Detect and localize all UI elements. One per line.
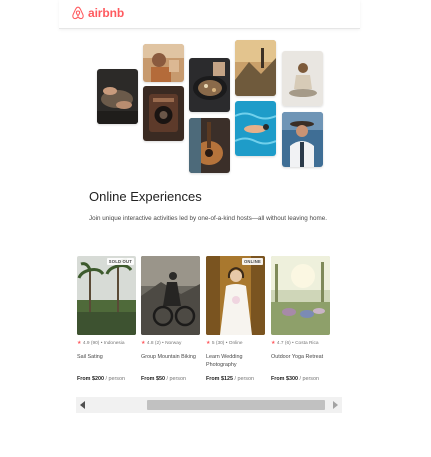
price-unit: / person (164, 376, 186, 382)
star-icon: ★ (271, 340, 276, 346)
collage-photo-host-hat (282, 112, 323, 167)
scrollbar-thumb[interactable] (147, 400, 325, 410)
experience-card[interactable]: SOLD OUT ★ 4.9 (90) • Indonesia Sail Sat… (77, 256, 136, 382)
scroll-right-button[interactable] (328, 397, 342, 413)
star-icon: ★ (77, 340, 82, 346)
scroll-left-button[interactable] (76, 397, 90, 413)
page: airbnb Online Experiences Join unique in… (0, 0, 431, 457)
review-count: (90) (90, 341, 100, 346)
carousel-scrollbar[interactable] (76, 397, 342, 413)
collage-photo-swimming (235, 101, 276, 156)
experience-title[interactable]: Group Mountain Biking (141, 353, 203, 361)
airbnb-wordmark: airbnb (88, 6, 125, 20)
top-nav-bar: airbnb (59, 0, 360, 29)
rating-value: 5 (211, 341, 215, 346)
review-count: (6) (284, 341, 291, 346)
section-description: Join unique interactive activities led b… (89, 215, 328, 222)
experience-card-photo[interactable] (271, 256, 330, 335)
collage-photo-guitar (189, 118, 230, 173)
experience-card[interactable]: ★ 4.7 (6) • Costa Rica Outdoor Yoga Retr… (271, 256, 330, 382)
collage-photo-camera (143, 86, 184, 141)
online-badge: ONLINE (241, 258, 263, 265)
collage-photo-meditation (282, 51, 323, 106)
experience-card[interactable]: ★ 4.8 (2) • Norway Group Mountain Biking… (141, 256, 200, 382)
rating-value: 4.9 (82, 341, 90, 346)
experience-title[interactable]: Learn Wedding Photography (206, 353, 268, 369)
price-value: From $125 (206, 376, 233, 382)
location-label: Online (228, 341, 243, 346)
price-label: From $200 / person (77, 376, 125, 382)
experience-title[interactable]: Sail Sating (77, 353, 139, 361)
experience-title[interactable]: Outdoor Yoga Retreat (271, 353, 333, 361)
rating-value: 4.8 (146, 341, 154, 346)
review-count: (30) (215, 341, 225, 346)
experience-card-photo[interactable]: ONLINE (206, 256, 265, 335)
rating-row: ★ 4.9 (90) • Indonesia (77, 340, 125, 346)
collage-photo-cooking (189, 58, 230, 112)
section-title: Online Experiences (89, 189, 202, 204)
availability-badge: SOLD OUT (106, 258, 134, 265)
rating-row: ★ 5 (30) • Online (206, 340, 243, 346)
location-label: Indonesia (103, 341, 125, 346)
review-count: (2) (154, 341, 161, 346)
experience-card-photo[interactable] (141, 256, 200, 335)
price-label: From $125 / person (206, 376, 254, 382)
price-value: From $200 (77, 376, 104, 382)
experience-card-photo[interactable]: SOLD OUT (77, 256, 136, 335)
price-unit: / person (232, 376, 254, 382)
price-unit: / person (103, 376, 125, 382)
airbnb-belo-icon (72, 6, 84, 20)
price-unit: / person (297, 376, 319, 382)
price-value: From $50 (141, 376, 165, 382)
airbnb-logo-link[interactable]: airbnb (71, 6, 124, 20)
rating-row: ★ 4.8 (2) • Norway (141, 340, 182, 346)
scroll-left-arrow-icon (80, 401, 85, 409)
location-label: Costa Rica (295, 341, 319, 346)
price-label: From $300 / person (271, 376, 319, 382)
rating-row: ★ 4.7 (6) • Costa Rica (271, 340, 319, 346)
price-label: From $50 / person (141, 376, 186, 382)
experience-card[interactable]: ONLINE ★ 5 (30) • Online Learn Wedding P… (206, 256, 265, 382)
collage-photo-landscape (235, 40, 276, 96)
scroll-right-arrow-icon (333, 401, 338, 409)
star-icon: ★ (206, 340, 211, 346)
price-value: From $300 (271, 376, 298, 382)
star-icon: ★ (141, 340, 146, 346)
rating-value: 4.7 (276, 341, 284, 346)
collage-photo-hands (97, 69, 138, 124)
collage-photo-host-portrait (143, 44, 184, 82)
location-label: Norway (165, 341, 182, 346)
